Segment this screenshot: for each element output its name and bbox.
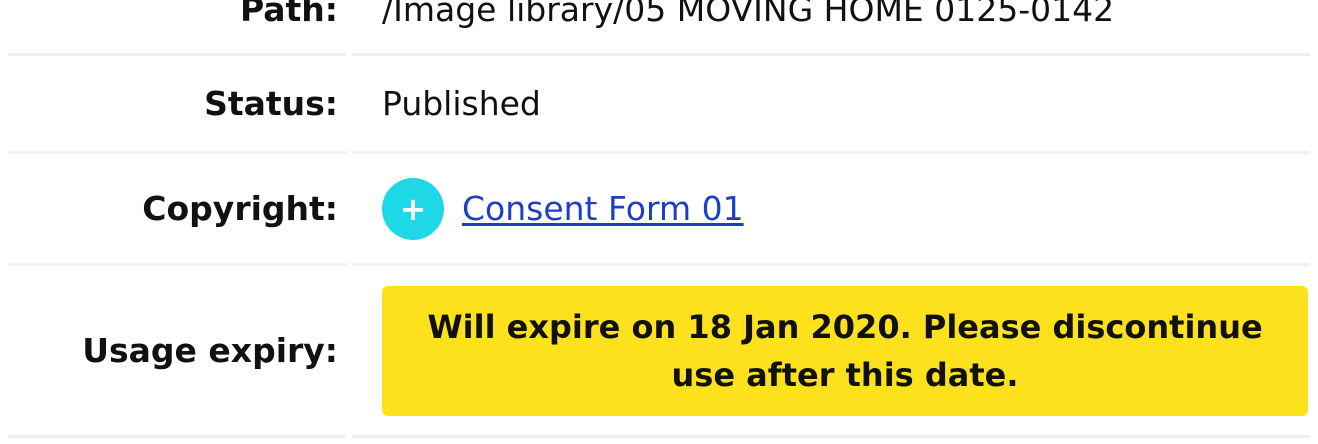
status-row: Status: Published (8, 56, 1310, 154)
copyright-value: + Consent Form 01 (352, 154, 1310, 266)
expiry-warning-banner: Will expire on 18 Jan 2020. Please disco… (382, 285, 1308, 416)
status-label: Status: (8, 56, 346, 154)
path-row: Path: /Image library/05 MOVING HOME 0125… (8, 0, 1310, 56)
path-label: Path: (8, 0, 346, 56)
usage-expiry-label: Usage expiry: (8, 266, 346, 438)
consent-form-link[interactable]: Consent Form 01 (462, 189, 744, 228)
copyright-row: Copyright: + Consent Form 01 (8, 154, 1310, 266)
usage-expiry-value: Will expire on 18 Jan 2020. Please disco… (352, 266, 1310, 438)
plus-icon[interactable]: + (382, 177, 444, 240)
status-value: Published (352, 56, 1310, 154)
copyright-label: Copyright: (8, 154, 346, 266)
metadata-table: Path: /Image library/05 MOVING HOME 0125… (8, 0, 1310, 438)
usage-expiry-row: Usage expiry: Will expire on 18 Jan 2020… (8, 266, 1310, 438)
path-value: /Image library/05 MOVING HOME 0125-0142 (352, 0, 1310, 56)
